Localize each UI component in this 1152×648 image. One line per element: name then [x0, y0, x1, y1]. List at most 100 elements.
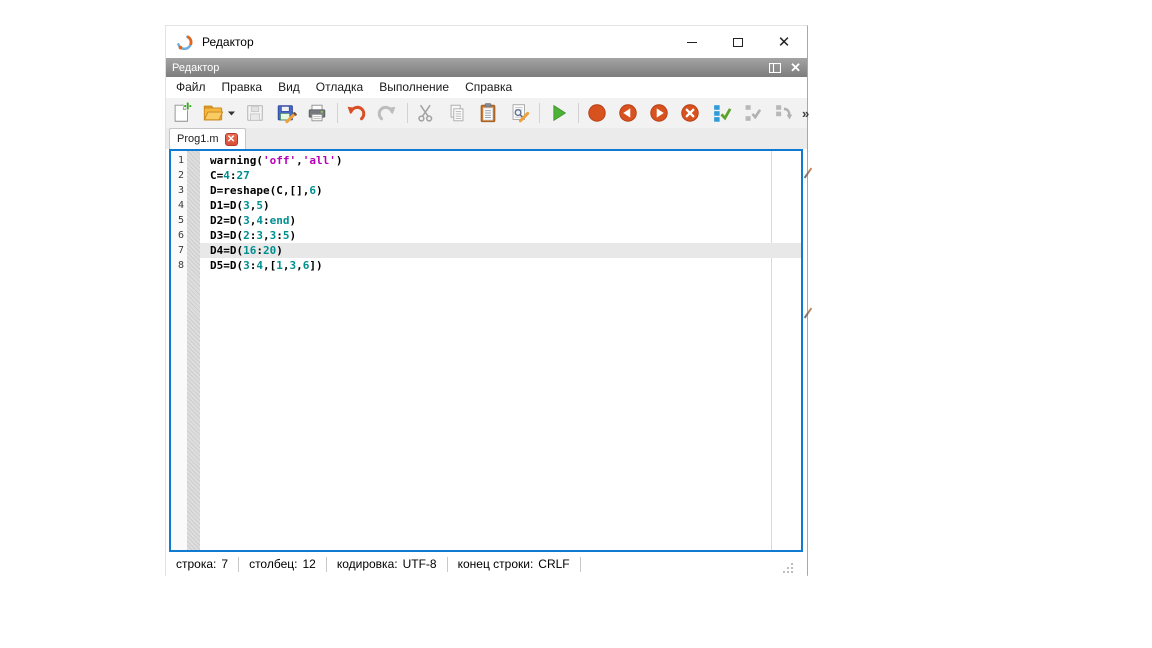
tab-label: Prog1.m — [177, 133, 219, 145]
status-value: 7 — [221, 557, 228, 571]
minimize-icon — [687, 42, 697, 43]
line-number-gutter: 12345678 — [171, 151, 187, 550]
open-dropdown-button[interactable] — [228, 111, 236, 116]
new-file-icon — [171, 102, 193, 124]
window-edge-mark — [804, 168, 813, 179]
remove-breakpoints-button[interactable] — [678, 101, 702, 125]
print-icon — [306, 102, 328, 124]
copy-button[interactable] — [445, 101, 469, 125]
new-file-button[interactable] — [170, 101, 194, 125]
dock-title: Редактор — [172, 62, 219, 74]
line-number: 5 — [171, 213, 187, 228]
open-file-button[interactable] — [201, 101, 225, 125]
maximize-icon — [733, 38, 743, 47]
menu-item-0[interactable]: Файл — [168, 77, 214, 98]
status-item-3: конец строки: CRLF — [458, 557, 570, 571]
find-button[interactable] — [507, 101, 531, 125]
toolbar: » — [166, 98, 807, 128]
menu-item-5[interactable]: Справка — [457, 77, 520, 98]
code-line-7[interactable]: D4=D(16:20) — [200, 243, 801, 258]
status-item-1: столбец:12 — [249, 557, 316, 571]
menu-bar: ФайлПравкаВидОтладкаВыполнениеСправка — [166, 77, 807, 98]
arrow-left-circle-icon — [617, 102, 639, 124]
tab-prog1[interactable]: Prog1.m ✕ — [169, 128, 246, 149]
step-icon — [710, 102, 732, 124]
save-button[interactable] — [243, 101, 267, 125]
status-label: конец строки: — [458, 557, 534, 571]
window-edge-mark — [804, 308, 813, 319]
window-title: Редактор — [202, 35, 254, 49]
resize-grip[interactable] — [791, 563, 793, 565]
code-area[interactable]: warning('off','all')C=4:27D=reshape(C,[]… — [200, 151, 801, 550]
status-label: строка: — [176, 557, 216, 571]
run-button[interactable] — [546, 101, 570, 125]
dock-titlebar[interactable]: Редактор ✕ — [166, 58, 807, 77]
code-line-4[interactable]: D1=D(3,5) — [200, 198, 801, 213]
find-replace-icon — [508, 102, 530, 124]
status-item-2: кодировка:UTF-8 — [337, 557, 437, 571]
window-titlebar[interactable]: Редактор ✕ — [166, 26, 807, 58]
cut-icon — [415, 102, 437, 124]
open-folder-icon — [202, 102, 224, 124]
status-label: кодировка: — [337, 557, 398, 571]
undo-button[interactable] — [344, 101, 368, 125]
step-out-button[interactable] — [771, 101, 795, 125]
tab-bar: Prog1.m ✕ — [166, 128, 807, 149]
close-button[interactable]: ✕ — [761, 26, 807, 58]
save-icon — [244, 102, 266, 124]
menu-item-1[interactable]: Правка — [214, 77, 271, 98]
desktop: { "window": { "title": "Редактор" }, "do… — [0, 0, 1152, 648]
copy-icon — [446, 102, 468, 124]
line-number: 1 — [171, 153, 187, 168]
code-line-5[interactable]: D2=D(3,4:end) — [200, 213, 801, 228]
status-separator — [447, 557, 448, 572]
status-bar: строка: 7 столбец:12 кодировка:UTF-8 конец с… — [166, 552, 807, 576]
step-button[interactable] — [709, 101, 733, 125]
code-line-2[interactable]: C=4:27 — [200, 168, 801, 183]
menu-item-4[interactable]: Выполнение — [371, 77, 457, 98]
toolbar-overflow-button[interactable]: » — [802, 106, 809, 121]
code-editor: 12345678 warning('off','all')C=4:27D=res… — [169, 149, 803, 552]
toolbar-separator — [337, 103, 338, 123]
menu-item-2[interactable]: Вид — [270, 77, 308, 98]
code-line-8[interactable]: D5=D(3:4,[1,3,6]) — [200, 258, 801, 273]
line-number: 8 — [171, 258, 187, 273]
dock-close-button[interactable]: ✕ — [790, 61, 801, 74]
paste-button[interactable] — [476, 101, 500, 125]
close-icon: ✕ — [778, 35, 791, 50]
undo-icon — [345, 102, 367, 124]
next-breakpoint-button[interactable] — [647, 101, 671, 125]
step-in-button[interactable] — [740, 101, 764, 125]
toolbar-separator — [539, 103, 540, 123]
toolbar-separator — [407, 103, 408, 123]
breakpoint-icon — [586, 102, 608, 124]
print-button[interactable] — [305, 101, 329, 125]
status-separator — [238, 557, 239, 572]
tab-close-button[interactable]: ✕ — [225, 133, 238, 146]
status-value: 12 — [302, 557, 315, 571]
redo-icon — [376, 102, 398, 124]
menu-item-3[interactable]: Отладка — [308, 77, 371, 98]
toolbar-separator — [578, 103, 579, 123]
arrow-right-circle-icon — [648, 102, 670, 124]
status-value: CRLF — [538, 557, 569, 571]
line-number: 3 — [171, 183, 187, 198]
chevron-down-icon — [228, 111, 236, 116]
line-number: 7 — [171, 243, 187, 258]
maximize-button[interactable] — [715, 26, 761, 58]
previous-breakpoint-button[interactable] — [616, 101, 640, 125]
cut-button[interactable] — [414, 101, 438, 125]
line-number: 6 — [171, 228, 187, 243]
code-line-3[interactable]: D=reshape(C,[],6) — [200, 183, 801, 198]
save-as-icon — [275, 102, 297, 124]
undock-button[interactable] — [769, 63, 781, 73]
breakpoint-margin[interactable] — [187, 151, 200, 550]
minimize-button[interactable] — [669, 26, 715, 58]
toggle-breakpoint-button[interactable] — [585, 101, 609, 125]
code-line-6[interactable]: D3=D(2:3,3:5) — [200, 228, 801, 243]
save-as-button[interactable] — [274, 101, 298, 125]
redo-button[interactable] — [375, 101, 399, 125]
status-item-0: строка: 7 — [176, 557, 228, 571]
code-line-1[interactable]: warning('off','all') — [200, 153, 801, 168]
paste-icon — [477, 102, 499, 124]
